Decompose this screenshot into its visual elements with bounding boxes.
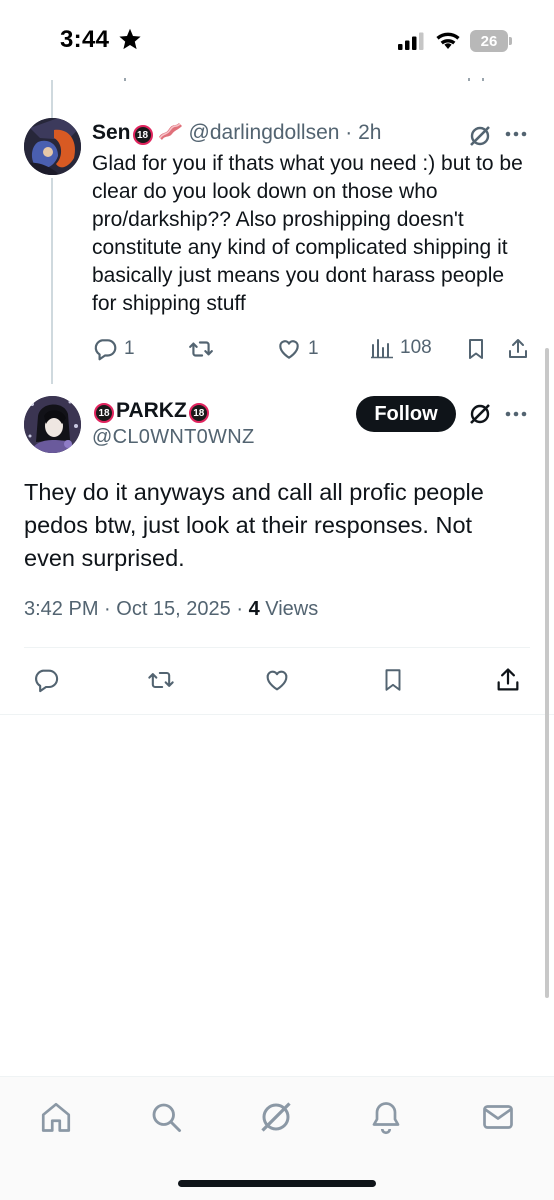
share-button[interactable] — [506, 336, 530, 362]
follow-button[interactable]: Follow — [356, 396, 456, 432]
bookmark-icon — [469, 339, 483, 359]
cellular-signal-icon — [398, 32, 424, 50]
retweet-icon — [189, 341, 213, 357]
tweet-timestamp[interactable]: 3:42 PM · Oct 15, 2025 · — [24, 598, 249, 620]
more-options-icon[interactable] — [504, 410, 528, 418]
status-bar: 3:44 26 — [0, 0, 554, 80]
reply-age: · 2h — [339, 121, 382, 144]
scrollbar[interactable] — [545, 348, 549, 998]
bacon-icon — [158, 123, 182, 140]
retweet-icon — [148, 671, 174, 689]
search-icon[interactable] — [148, 1099, 184, 1135]
home-indicator[interactable] — [178, 1180, 376, 1187]
tweet-action-bar — [24, 666, 530, 696]
reply-text: Glad for you if thats what you need :) b… — [92, 152, 523, 315]
reply-button[interactable]: 1 — [92, 336, 135, 362]
reply-count: 1 — [124, 338, 135, 359]
like-button[interactable]: 1 — [276, 336, 319, 362]
grok-icon[interactable] — [468, 124, 492, 148]
divider — [24, 647, 530, 648]
previous-tweet-edge — [0, 78, 554, 81]
bookmark-button[interactable] — [464, 336, 488, 362]
views-button[interactable]: 108 — [370, 336, 432, 360]
thread-connector-line — [51, 80, 53, 120]
age-badge-18: 18 — [132, 125, 153, 145]
reply-icon — [35, 669, 59, 693]
reply-icon — [94, 339, 117, 361]
wifi-icon — [436, 32, 460, 49]
share-button[interactable] — [494, 666, 522, 694]
like-count: 1 — [308, 338, 319, 359]
battery-tip — [509, 37, 512, 45]
star-icon — [119, 28, 141, 50]
tweet-views-label: Views — [259, 598, 319, 620]
like-button[interactable] — [262, 666, 292, 694]
tweet-author-handle[interactable]: @CL0WNT0WNZ — [92, 426, 255, 449]
battery-level: 26 — [480, 33, 498, 50]
bookmark-button[interactable] — [380, 666, 406, 694]
more-options-icon[interactable] — [504, 130, 528, 138]
tweet-author-name[interactable]: 18 PARKZ 18 — [92, 398, 211, 424]
like-icon — [266, 670, 288, 691]
reply-header: Sen 18 @darlingdollsen · 2h — [92, 120, 381, 146]
reply-action-bar: 1 1 108 — [92, 336, 532, 366]
reply-button[interactable] — [32, 666, 60, 694]
share-icon — [497, 668, 519, 691]
reply-author-handle[interactable]: @darlingdollsen — [189, 121, 340, 144]
notifications-icon[interactable] — [368, 1099, 404, 1135]
age-badge-18: 18 — [94, 403, 114, 423]
bookmark-icon — [385, 669, 401, 691]
like-icon — [279, 340, 299, 359]
tweet-author-display-name: PARKZ — [116, 399, 187, 422]
grok-icon[interactable] — [258, 1099, 294, 1135]
share-icon — [509, 339, 527, 358]
avatar[interactable] — [24, 118, 81, 175]
avatar[interactable] — [24, 396, 81, 453]
battery-icon: 26 — [470, 30, 508, 52]
reply-author-name[interactable]: Sen — [92, 121, 131, 144]
retweet-button[interactable] — [188, 336, 214, 362]
messages-icon[interactable] — [480, 1099, 516, 1135]
grok-icon[interactable] — [468, 402, 492, 426]
views-icon — [371, 339, 393, 359]
tweet-views-count: 4 — [248, 598, 260, 620]
age-badge-18: 18 — [188, 403, 209, 423]
tweet-text: They do it anyways and call all profic p… — [24, 479, 484, 571]
retweet-button[interactable] — [146, 666, 176, 694]
views-count: 108 — [400, 337, 432, 358]
status-time: 3:44 — [60, 26, 110, 53]
home-icon[interactable] — [38, 1099, 74, 1135]
divider — [0, 714, 554, 715]
thread-connector-line — [51, 178, 53, 384]
tweet-metadata: 3:42 PM · Oct 15, 2025 · 4 Views — [24, 598, 318, 621]
